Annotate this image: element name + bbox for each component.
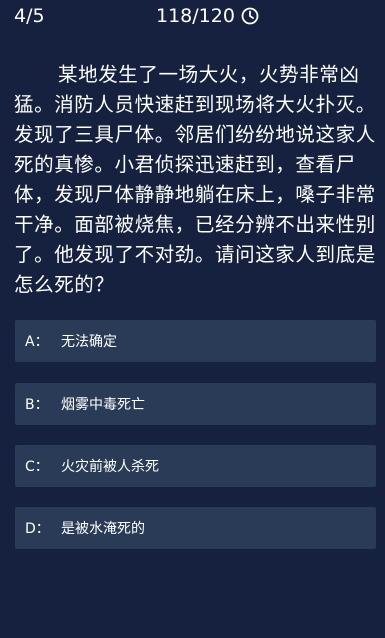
option-c-button[interactable]: C： 火灾前被人杀死 — [15, 445, 376, 487]
timer-text: 118/120 — [156, 5, 235, 27]
option-label: 火灾前被人杀死 — [61, 459, 159, 475]
clock-icon — [241, 7, 259, 25]
timer: 118/120 — [156, 5, 259, 27]
option-a-button[interactable]: A： 无法确定 — [15, 320, 376, 362]
option-letter: B： — [25, 397, 49, 413]
question-text: 某地发生了一场大火，火势非常凶猛。消防人员快速赶到现场将大火扑灭。发现了三具尸体… — [14, 63, 376, 296]
option-label: 是被水淹死的 — [61, 521, 145, 537]
option-label: 烟雾中毒死亡 — [61, 397, 145, 413]
top-bar: 4/5 118/120 — [0, 0, 385, 34]
option-letter: A： — [25, 334, 49, 350]
option-d-button[interactable]: D： 是被水淹死的 — [15, 507, 376, 549]
option-letter: D： — [25, 521, 50, 537]
option-b-button[interactable]: B： 烟雾中毒死亡 — [15, 383, 376, 425]
question-progress: 4/5 — [14, 5, 45, 27]
option-letter: C： — [25, 459, 49, 475]
option-label: 无法确定 — [61, 334, 117, 350]
